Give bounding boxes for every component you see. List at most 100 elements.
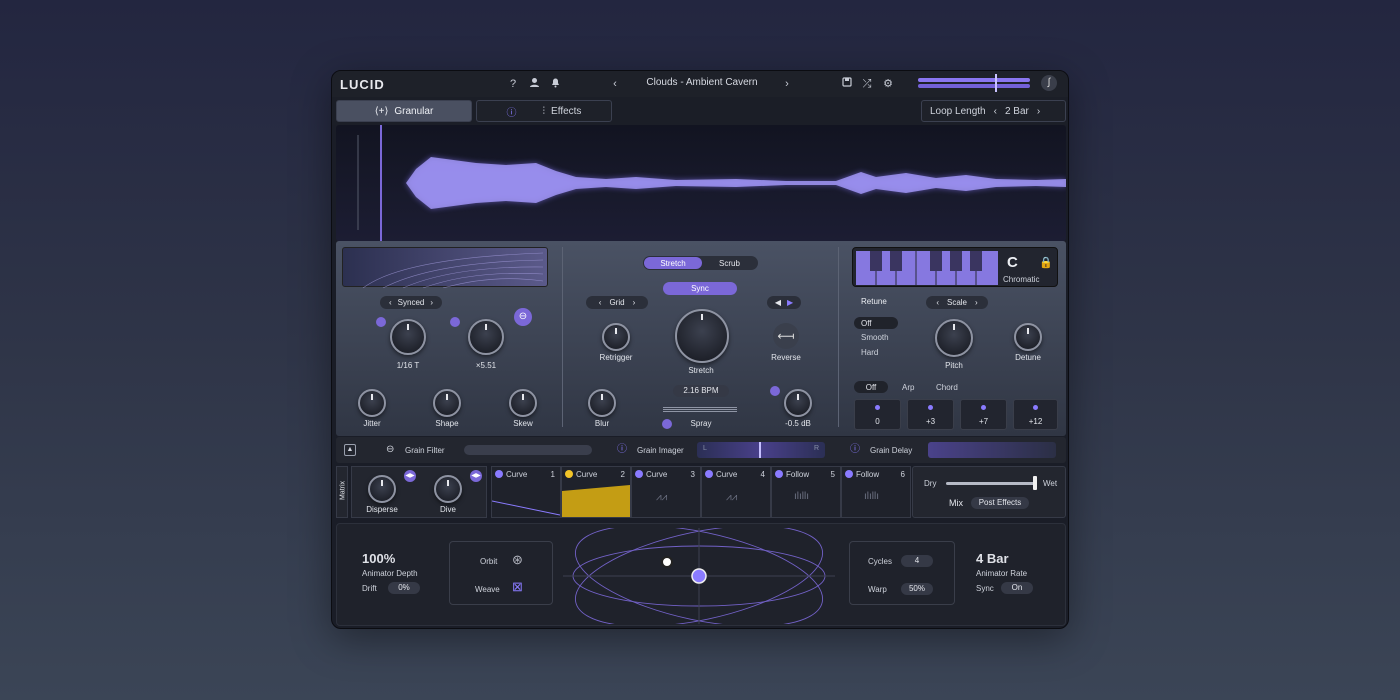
mod-slot-3[interactable]: Curve 3 ⩘⩘	[631, 466, 701, 518]
interval-12[interactable]: +12	[1013, 399, 1058, 430]
stretch-knob[interactable]	[675, 309, 729, 363]
grain-delay-display[interactable]	[928, 442, 1056, 458]
save-icon[interactable]	[840, 77, 854, 91]
power-icon[interactable]: ⓘ	[507, 104, 517, 119]
interval-3[interactable]: +3	[907, 399, 954, 430]
mod-slot-1[interactable]: Curve 1	[491, 466, 561, 518]
interval-0[interactable]: 0	[854, 399, 901, 430]
disperse-knob[interactable]	[368, 475, 396, 503]
bell-icon[interactable]	[548, 77, 562, 91]
slot-1-power-icon[interactable]	[495, 470, 503, 478]
mod-dot-mult[interactable]	[450, 317, 460, 327]
sync-mode-selector[interactable]: ‹ Synced ›	[380, 296, 442, 309]
tab-granular[interactable]: ⟨+⟩ Granular	[336, 100, 472, 122]
sync-value[interactable]: On	[1001, 582, 1033, 594]
gain-knob[interactable]	[784, 389, 812, 417]
right-arrow-icon[interactable]: ▶	[787, 298, 793, 307]
retune-smooth[interactable]: Smooth	[861, 333, 889, 342]
mod-slot-5[interactable]: Follow 5 ılıllı	[771, 466, 841, 518]
weave-icon[interactable]: ⊠	[512, 579, 523, 595]
slot-6-power-icon[interactable]	[845, 470, 853, 478]
curve-icon[interactable]: ∫	[1041, 75, 1057, 91]
output-level-handle[interactable]	[995, 74, 997, 92]
scale-selector[interactable]: ‹ Scale ›	[926, 296, 988, 309]
slot-4-power-icon[interactable]	[705, 470, 713, 478]
grain-imager-display[interactable]: L R	[697, 442, 825, 458]
help-icon[interactable]: ?	[506, 77, 520, 91]
mod-slot-2[interactable]: Curve 2	[561, 466, 631, 518]
reverse-icon[interactable]: ⟻	[773, 323, 799, 349]
previous-preset-icon[interactable]: ‹	[608, 77, 622, 91]
cycles-value[interactable]: 4	[901, 555, 933, 567]
slot-2-power-icon[interactable]	[565, 470, 573, 478]
sawtooth-icon: ⩘⩘	[656, 492, 668, 503]
warp-value[interactable]: 50%	[901, 583, 933, 595]
preset-name[interactable]: Clouds - Ambient Cavern	[622, 77, 782, 88]
app-logo: LUCID	[340, 77, 385, 92]
grain-filter-power-icon[interactable]: ⊖	[386, 444, 394, 456]
sync-button[interactable]: Sync	[663, 282, 737, 295]
gear-icon[interactable]: ⚙	[881, 77, 895, 91]
pitch-knob[interactable]	[935, 319, 973, 357]
loop-next-icon[interactable]: ›	[1037, 106, 1040, 117]
grain-delay-power-icon[interactable]: ⓘ	[850, 444, 860, 456]
post-effects-toggle[interactable]: Post Effects	[971, 497, 1029, 509]
dry-wet-slider[interactable]	[946, 482, 1036, 485]
waveform-display[interactable]	[336, 125, 1066, 241]
dive-knob[interactable]	[434, 475, 462, 503]
interval-7[interactable]: +7	[960, 399, 1007, 430]
mode-off[interactable]: Off	[854, 381, 888, 393]
retrigger-knob[interactable]	[602, 323, 630, 351]
dry-wet-handle[interactable]	[1033, 476, 1037, 490]
shuffle-icon[interactable]: ⤮	[860, 77, 874, 91]
skew-knob[interactable]	[509, 389, 537, 417]
next-preset-icon[interactable]: ›	[780, 77, 794, 91]
link-icon[interactable]: ⊖	[514, 308, 532, 326]
dive-mod-icon[interactable]: ◀▶	[470, 470, 482, 482]
mod-dot-gain[interactable]	[770, 386, 780, 396]
scale-prev-icon[interactable]: ‹	[936, 298, 939, 307]
retune-off[interactable]: Off	[854, 317, 898, 329]
grid-next-icon[interactable]: ›	[633, 298, 636, 307]
detune-knob[interactable]	[1014, 323, 1042, 351]
mod-slot-4[interactable]: Curve 4 ⩘⩘	[701, 466, 771, 518]
drift-value[interactable]: 0%	[388, 582, 420, 594]
user-icon[interactable]	[527, 77, 541, 91]
scale-next-icon[interactable]: ›	[975, 298, 978, 307]
animator-depth-value[interactable]: 100%	[362, 551, 395, 566]
rate-knob[interactable]	[390, 319, 426, 355]
animator-rate-value[interactable]: 4 Bar	[976, 551, 1009, 566]
spray-slider[interactable]	[663, 407, 737, 413]
blur-knob[interactable]	[588, 389, 616, 417]
slot-5-power-icon[interactable]	[775, 470, 783, 478]
retune-hard[interactable]: Hard	[861, 348, 878, 357]
jitter-knob[interactable]	[358, 389, 386, 417]
grid-selector[interactable]: ‹ Grid ›	[586, 296, 648, 309]
scrub-tab[interactable]: Scrub	[702, 257, 757, 269]
loop-prev-icon[interactable]: ‹	[994, 106, 997, 117]
mod-dot-rate[interactable]	[376, 317, 386, 327]
left-arrow-icon[interactable]: ◀	[775, 298, 781, 307]
mode-next-icon[interactable]: ›	[430, 298, 433, 307]
slot-3-power-icon[interactable]	[635, 470, 643, 478]
tab-effects[interactable]: ⓘ ⫶ Effects	[476, 100, 612, 122]
matrix-tab[interactable]: Matrix	[336, 466, 348, 518]
lock-icon[interactable]: 🔒	[1039, 256, 1053, 269]
stretch-tab[interactable]: Stretch	[644, 257, 702, 269]
grain-filter-display[interactable]	[464, 445, 592, 455]
disperse-mod-icon[interactable]: ◀▶	[404, 470, 416, 482]
shape-knob[interactable]	[433, 389, 461, 417]
mode-arp[interactable]: Arp	[902, 383, 914, 392]
animator-path-display[interactable]	[563, 528, 835, 624]
grain-imager-power-icon[interactable]: ⓘ	[617, 444, 627, 456]
direction-toggle[interactable]: ◀ ▶	[767, 296, 801, 309]
grid-prev-icon[interactable]: ‹	[599, 298, 602, 307]
orbit-icon[interactable]: ⊛	[512, 552, 523, 568]
multiplier-knob[interactable]	[468, 319, 504, 355]
mode-chord[interactable]: Chord	[936, 383, 958, 392]
mod-dot-spray[interactable]	[662, 419, 672, 429]
piano-keyboard[interactable]	[856, 251, 998, 285]
collapse-icon[interactable]: ▲	[344, 444, 356, 456]
mode-prev-icon[interactable]: ‹	[389, 298, 392, 307]
mod-slot-6[interactable]: Follow 6 ılıllı	[841, 466, 911, 518]
